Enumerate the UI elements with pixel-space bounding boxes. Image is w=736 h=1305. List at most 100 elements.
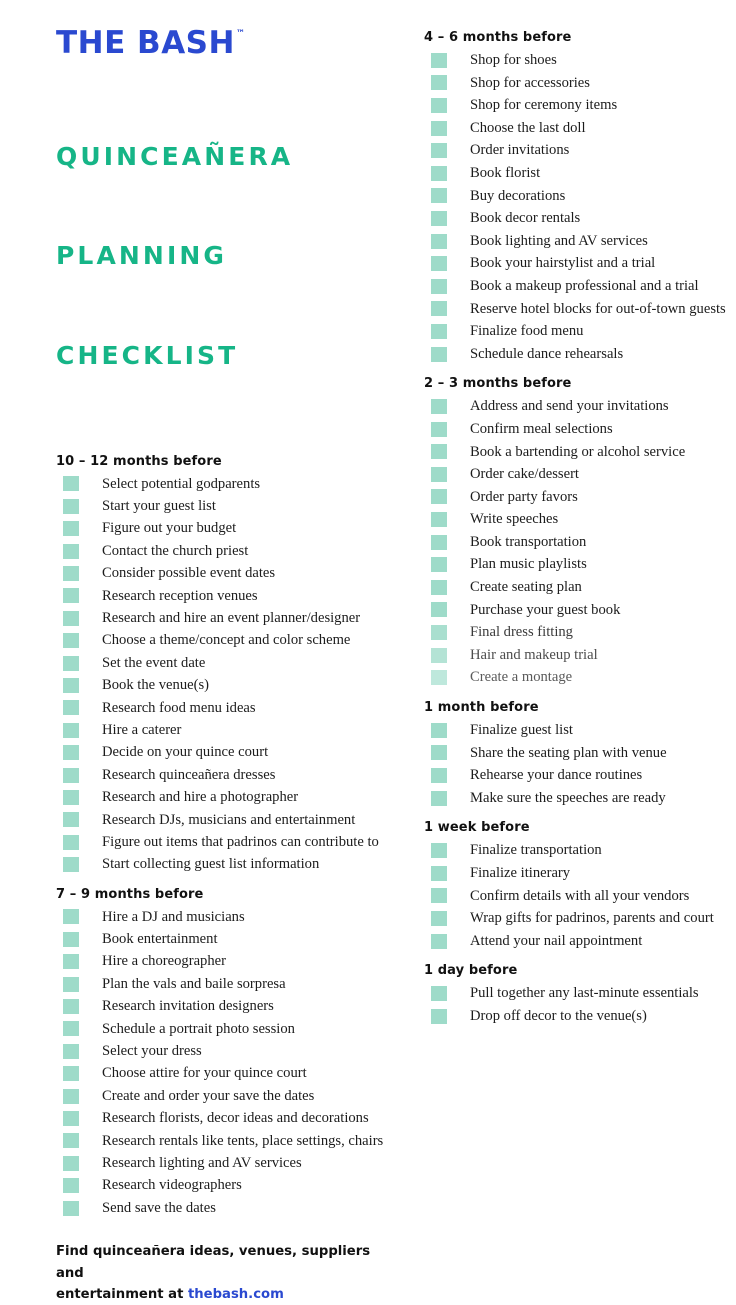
- checkbox-icon[interactable]: [431, 301, 447, 317]
- checklist-row[interactable]: Hair and makeup trial: [420, 644, 720, 667]
- checkbox-icon[interactable]: [431, 466, 447, 482]
- checkbox-icon[interactable]: [63, 1088, 79, 1104]
- checklist-row[interactable]: Address and send your invitations: [420, 395, 720, 418]
- checklist-row[interactable]: Plan the vals and baile sorpresa: [52, 973, 392, 995]
- checklist-row[interactable]: Attend your nail appointment: [420, 930, 720, 953]
- checkbox-icon[interactable]: [63, 767, 79, 783]
- checklist-row[interactable]: Contact the church priest: [52, 540, 392, 562]
- checkbox-icon[interactable]: [63, 931, 79, 947]
- checklist-row[interactable]: Confirm details with all your vendors: [420, 885, 720, 908]
- checklist-row[interactable]: Choose attire for your quince court: [52, 1063, 392, 1085]
- checkbox-icon[interactable]: [63, 954, 79, 970]
- checkbox-icon[interactable]: [431, 210, 447, 226]
- checklist-row[interactable]: Research reception venues: [52, 585, 392, 607]
- checklist-row[interactable]: Drop off decor to the venue(s): [420, 1005, 720, 1028]
- checklist-row[interactable]: Finalize transportation: [420, 839, 720, 862]
- checklist-row[interactable]: Book decor rentals: [420, 207, 720, 230]
- checklist-row[interactable]: Research DJs, musicians and entertainmen…: [52, 809, 392, 831]
- checklist-row[interactable]: Schedule a portrait photo session: [52, 1018, 392, 1040]
- checklist-row[interactable]: Figure out your budget: [52, 518, 392, 540]
- checkbox-icon[interactable]: [431, 888, 447, 904]
- checklist-row[interactable]: Choose the last doll: [420, 117, 720, 140]
- checklist-row[interactable]: Research invitation designers: [52, 995, 392, 1017]
- checkbox-icon[interactable]: [63, 834, 79, 850]
- checkbox-icon[interactable]: [63, 745, 79, 761]
- checklist-row[interactable]: Finalize guest list: [420, 719, 720, 742]
- checkbox-icon[interactable]: [431, 52, 447, 68]
- thebash-link[interactable]: thebash.com: [188, 1287, 284, 1302]
- checkbox-icon[interactable]: [431, 1008, 447, 1024]
- checkbox-icon[interactable]: [431, 579, 447, 595]
- checklist-row[interactable]: Create and order your save the dates: [52, 1085, 392, 1107]
- checkbox-icon[interactable]: [431, 865, 447, 881]
- checkbox-icon[interactable]: [431, 843, 447, 859]
- checklist-row[interactable]: Final dress fitting: [420, 621, 720, 644]
- checkbox-icon[interactable]: [431, 722, 447, 738]
- checklist-row[interactable]: Plan music playlists: [420, 553, 720, 576]
- checkbox-icon[interactable]: [431, 278, 447, 294]
- checkbox-icon[interactable]: [63, 633, 79, 649]
- checklist-row[interactable]: Research florists, decor ideas and decor…: [52, 1107, 392, 1129]
- checkbox-icon[interactable]: [63, 722, 79, 738]
- checklist-row[interactable]: Write speeches: [420, 508, 720, 531]
- checkbox-icon[interactable]: [63, 610, 79, 626]
- checklist-row[interactable]: Start collecting guest list information: [52, 853, 392, 875]
- checkbox-icon[interactable]: [431, 165, 447, 181]
- checkbox-icon[interactable]: [63, 1043, 79, 1059]
- checkbox-icon[interactable]: [63, 1110, 79, 1126]
- checklist-row[interactable]: Book your hairstylist and a trial: [420, 252, 720, 275]
- checklist-row[interactable]: Book the venue(s): [52, 674, 392, 696]
- checklist-row[interactable]: Book entertainment: [52, 928, 392, 950]
- checkbox-icon[interactable]: [431, 557, 447, 573]
- checklist-row[interactable]: Order invitations: [420, 139, 720, 162]
- checkbox-icon[interactable]: [431, 75, 447, 91]
- checklist-row[interactable]: Hire a DJ and musicians: [52, 906, 392, 928]
- checkbox-icon[interactable]: [63, 1021, 79, 1037]
- checklist-row[interactable]: Shop for ceremony items: [420, 94, 720, 117]
- checkbox-icon[interactable]: [63, 1133, 79, 1149]
- checklist-row[interactable]: Book lighting and AV services: [420, 230, 720, 253]
- checkbox-icon[interactable]: [431, 188, 447, 204]
- checkbox-icon[interactable]: [63, 498, 79, 514]
- checklist-row[interactable]: Research food menu ideas: [52, 697, 392, 719]
- checkbox-icon[interactable]: [431, 323, 447, 339]
- checkbox-icon[interactable]: [63, 543, 79, 559]
- checkbox-icon[interactable]: [431, 421, 447, 437]
- checkbox-icon[interactable]: [431, 933, 447, 949]
- checkbox-icon[interactable]: [63, 999, 79, 1015]
- checkbox-icon[interactable]: [63, 700, 79, 716]
- checklist-row[interactable]: Consider possible event dates: [52, 562, 392, 584]
- checklist-row[interactable]: Figure out items that padrinos can contr…: [52, 831, 392, 853]
- checkbox-icon[interactable]: [63, 812, 79, 828]
- checkbox-icon[interactable]: [63, 857, 79, 873]
- checklist-row[interactable]: Schedule dance rehearsals: [420, 343, 720, 366]
- checkbox-icon[interactable]: [431, 233, 447, 249]
- checkbox-icon[interactable]: [431, 143, 447, 159]
- checkbox-icon[interactable]: [431, 97, 447, 113]
- checklist-row[interactable]: Order cake/dessert: [420, 463, 720, 486]
- checklist-row[interactable]: Book a bartending or alcohol service: [420, 441, 720, 464]
- checklist-row[interactable]: Research and hire a photographer: [52, 786, 392, 808]
- checklist-row[interactable]: Research and hire an event planner/desig…: [52, 607, 392, 629]
- checkbox-icon[interactable]: [63, 521, 79, 537]
- checklist-row[interactable]: Shop for shoes: [420, 49, 720, 72]
- checklist-row[interactable]: Reserve hotel blocks for out-of-town gue…: [420, 298, 726, 321]
- checkbox-icon[interactable]: [431, 346, 447, 362]
- checklist-row[interactable]: Book florist: [420, 162, 720, 185]
- checklist-row[interactable]: Order party favors: [420, 486, 720, 509]
- checkbox-icon[interactable]: [431, 602, 447, 618]
- checklist-row[interactable]: Select your dress: [52, 1040, 392, 1062]
- checklist-row[interactable]: Rehearse your dance routines: [420, 764, 720, 787]
- checkbox-icon[interactable]: [431, 399, 447, 415]
- checklist-row[interactable]: Finalize itinerary: [420, 862, 720, 885]
- checkbox-icon[interactable]: [431, 444, 447, 460]
- checklist-row[interactable]: Create a montage: [420, 666, 720, 689]
- checkbox-icon[interactable]: [431, 647, 447, 663]
- checkbox-icon[interactable]: [431, 768, 447, 784]
- checklist-row[interactable]: Start your guest list: [52, 495, 392, 517]
- checklist-row[interactable]: Decide on your quince court: [52, 741, 392, 763]
- checklist-row[interactable]: Wrap gifts for padrinos, parents and cou…: [420, 907, 720, 930]
- checkbox-icon[interactable]: [431, 120, 447, 136]
- checklist-row[interactable]: Pull together any last-minute essentials: [420, 982, 720, 1005]
- checklist-row[interactable]: Research lighting and AV services: [52, 1152, 392, 1174]
